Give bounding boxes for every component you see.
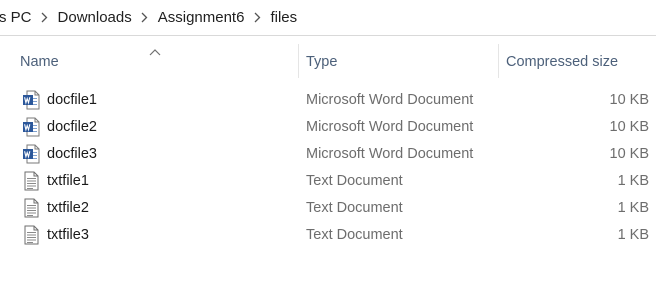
file-size: 1 KB bbox=[617, 227, 649, 243]
column-header-name[interactable]: Name bbox=[20, 44, 298, 78]
column-header-compressed-size[interactable]: Compressed size bbox=[506, 44, 656, 78]
column-header-type[interactable]: Type bbox=[306, 44, 496, 78]
file-type: Text Document bbox=[306, 173, 403, 189]
file-row-txtfile3[interactable]: txtfile3 Text Document 1 KB bbox=[0, 222, 656, 249]
file-type: Microsoft Word Document bbox=[306, 92, 474, 108]
column-separator[interactable] bbox=[298, 44, 299, 78]
word-document-icon bbox=[22, 144, 41, 164]
file-name[interactable]: docfile2 bbox=[47, 114, 97, 141]
file-type: Text Document bbox=[306, 200, 403, 216]
text-document-icon bbox=[22, 198, 41, 218]
file-type: Microsoft Word Document bbox=[306, 146, 474, 162]
file-row-docfile1[interactable]: docfile1 Microsoft Word Document 10 KB bbox=[0, 87, 656, 114]
file-size: 1 KB bbox=[617, 173, 649, 189]
file-size: 10 KB bbox=[609, 146, 650, 162]
breadcrumb-files[interactable]: files bbox=[270, 7, 297, 28]
file-row-txtfile1[interactable]: txtfile1 Text Document 1 KB bbox=[0, 168, 656, 195]
file-size: 10 KB bbox=[609, 92, 650, 108]
breadcrumb-downloads[interactable]: Downloads bbox=[58, 7, 132, 28]
chevron-right-icon[interactable] bbox=[132, 12, 158, 23]
file-name[interactable]: txtfile1 bbox=[47, 168, 89, 195]
breadcrumb: s PC Downloads Assignment6 files bbox=[0, 0, 656, 34]
breadcrumb-this-pc[interactable]: s PC bbox=[0, 7, 32, 28]
chevron-right-icon[interactable] bbox=[32, 12, 58, 23]
file-size: 1 KB bbox=[617, 200, 649, 216]
breadcrumb-assignment6[interactable]: Assignment6 bbox=[158, 7, 245, 28]
file-size: 10 KB bbox=[609, 119, 650, 135]
word-document-icon bbox=[22, 90, 41, 110]
file-row-docfile3[interactable]: docfile3 Microsoft Word Document 10 KB bbox=[0, 141, 656, 168]
file-row-txtfile2[interactable]: txtfile2 Text Document 1 KB bbox=[0, 195, 656, 222]
chevron-right-icon[interactable] bbox=[244, 12, 270, 23]
text-document-icon bbox=[22, 171, 41, 191]
text-document-icon bbox=[22, 225, 41, 245]
column-separator[interactable] bbox=[498, 44, 499, 78]
file-name[interactable]: docfile1 bbox=[47, 87, 97, 114]
column-header-row: Name Type Compressed size bbox=[0, 44, 656, 78]
file-type: Text Document bbox=[306, 227, 403, 243]
file-name[interactable]: txtfile2 bbox=[47, 195, 89, 222]
address-bar-divider bbox=[0, 35, 656, 36]
file-row-docfile2[interactable]: docfile2 Microsoft Word Document 10 KB bbox=[0, 114, 656, 141]
file-explorer-window: s PC Downloads Assignment6 files Name Ty… bbox=[0, 0, 656, 291]
file-type: Microsoft Word Document bbox=[306, 119, 474, 135]
word-document-icon bbox=[22, 117, 41, 137]
file-name[interactable]: docfile3 bbox=[47, 141, 97, 168]
file-list: docfile1 Microsoft Word Document 10 KB d… bbox=[0, 87, 656, 249]
file-name[interactable]: txtfile3 bbox=[47, 222, 89, 249]
